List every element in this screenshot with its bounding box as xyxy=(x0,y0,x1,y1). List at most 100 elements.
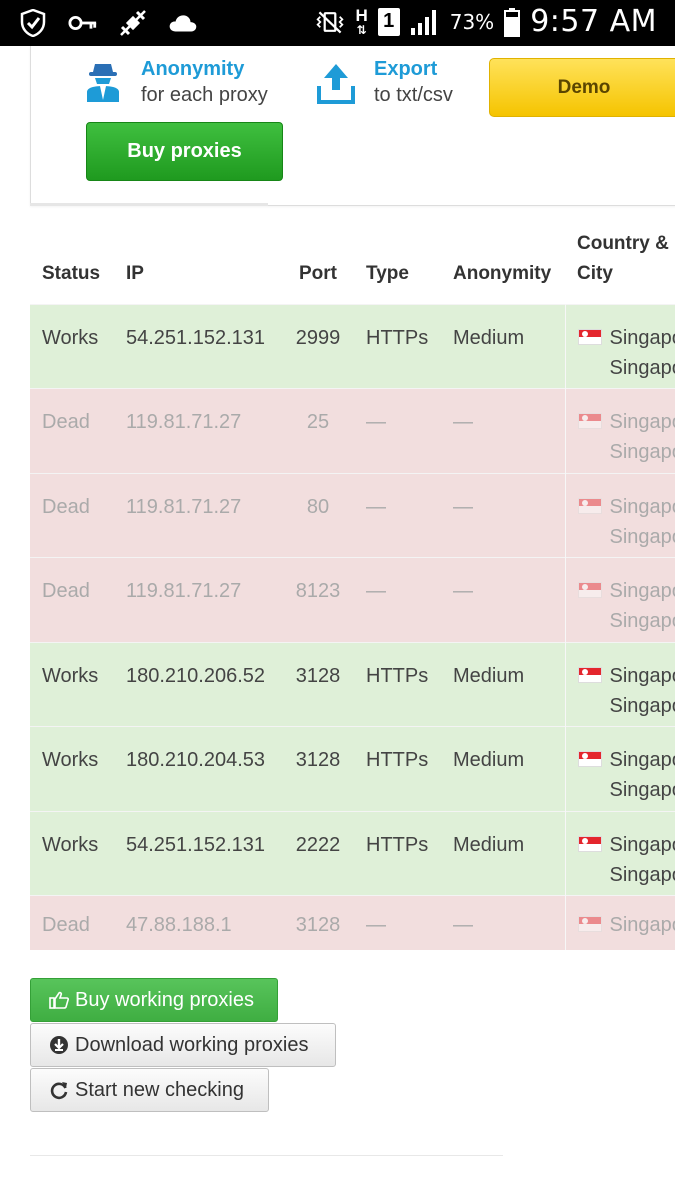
country-name: Singapo xyxy=(609,914,675,936)
header-country-line2: City xyxy=(577,262,613,284)
spy-agent-icon xyxy=(83,60,127,110)
country-name: Singapo xyxy=(609,411,675,433)
cell-ip: 54.251.152.131 xyxy=(114,303,282,389)
cell-type: HTTPs xyxy=(354,641,441,727)
download-working-proxies-button[interactable]: Download working proxies xyxy=(30,1023,336,1067)
cell-anonymity: Medium xyxy=(441,641,566,727)
header-type[interactable]: Type xyxy=(354,220,441,304)
header-country-city[interactable]: Country & City xyxy=(565,220,675,304)
singapore-flag-icon xyxy=(577,666,602,683)
divider xyxy=(30,203,268,206)
table-row: Dead119.81.71.2780——SingapoSingapo xyxy=(30,472,675,558)
start-new-checking-label: Start new checking xyxy=(75,1078,244,1101)
city-name: Singapo xyxy=(609,441,675,463)
cell-country-city: Singapo Singapo xyxy=(565,726,675,811)
battery-icon xyxy=(504,7,521,37)
download-circle-icon xyxy=(49,1035,69,1055)
cell-country-city: Singapo Singapo xyxy=(565,388,675,473)
download-working-proxies-label: Download working proxies xyxy=(75,1033,309,1056)
cell-ip: 119.81.71.27 xyxy=(114,388,282,473)
key-icon xyxy=(68,8,98,38)
singapore-flag-icon xyxy=(577,751,602,767)
cell-anonymity: Medium xyxy=(441,810,566,896)
cell-ip: 47.88.188.1 xyxy=(114,895,282,950)
export-feature: Export to txt/csv xyxy=(316,56,453,110)
cell-status: Dead xyxy=(30,557,114,642)
export-subtitle: to txt/csv xyxy=(374,84,453,106)
country-name: Singapo xyxy=(609,580,675,602)
vibrate-mute-icon xyxy=(315,7,345,37)
header-anonymity[interactable]: Anonymity xyxy=(441,220,565,304)
proxy-results-table: Status IP Port Type Anonymity Country & … xyxy=(30,220,675,950)
buy-proxies-button[interactable]: Buy proxies xyxy=(86,122,283,181)
refresh-icon xyxy=(49,1080,69,1100)
cell-type: — xyxy=(354,472,441,558)
singapore-flag-icon xyxy=(577,582,602,598)
cell-anonymity: — xyxy=(441,388,566,473)
city-name: Singapo xyxy=(609,779,675,801)
cell-status: Dead xyxy=(30,895,114,950)
cell-country-city: Singapo xyxy=(565,895,675,950)
table-row: Works 54.251.152.131 2999 HTTPs Medium Singap… xyxy=(30,303,675,389)
cell-port: 3128 xyxy=(282,895,354,950)
city-name: Singapo xyxy=(609,356,675,379)
buy-working-proxies-button[interactable]: Buy working proxies xyxy=(30,978,278,1022)
table-row: Dead47.88.188.13128——Singapo xyxy=(30,895,675,950)
start-new-checking-button[interactable]: Start new checking xyxy=(30,1068,269,1112)
city-name: Singapo xyxy=(609,610,675,632)
country-name: Singapo xyxy=(609,495,675,518)
header-port[interactable]: Port xyxy=(282,220,354,304)
cell-type: — xyxy=(354,557,441,642)
country-name: Singapo xyxy=(609,833,675,856)
cell-status: Dead xyxy=(30,388,114,473)
table-row: Dead119.81.71.2725——SingapoSingapo xyxy=(30,388,675,473)
cell-port: 2999 xyxy=(282,303,354,389)
cell-port: 25 xyxy=(282,388,354,473)
cell-anonymity: — xyxy=(441,557,566,642)
battery-percent: 73% xyxy=(449,9,495,34)
table-row: Dead119.81.71.278123——SingapoSingapo xyxy=(30,557,675,642)
anonymity-title: Anonymity xyxy=(141,58,245,80)
shield-check-icon xyxy=(18,8,48,38)
sim-1-icon: 1 xyxy=(377,7,400,36)
header-ip[interactable]: IP xyxy=(114,220,282,304)
cell-type: — xyxy=(354,895,441,950)
cell-ip: 54.251.152.131 xyxy=(114,810,282,896)
anonymity-subtitle: for each proxy xyxy=(141,84,268,106)
cell-port: 8123 xyxy=(282,557,354,642)
clock-time: 9:57 AM xyxy=(530,4,657,39)
cell-anonymity: — xyxy=(441,472,566,558)
thumbs-up-icon xyxy=(49,990,69,1010)
cell-ip: 180.210.206.52 xyxy=(114,641,282,727)
footer-divider xyxy=(30,1155,503,1156)
singapore-flag-icon xyxy=(577,413,602,429)
table-row: Works 180.210.206.52 3128 HTTPs Medium Singap… xyxy=(30,641,675,727)
cell-country-city: Singapo Singapo xyxy=(565,641,675,727)
satellite-icon xyxy=(118,8,148,38)
header-status[interactable]: Status xyxy=(30,220,114,304)
city-name: Singapo xyxy=(609,525,675,548)
anonymity-feature: Anonymity for each proxy xyxy=(83,56,268,110)
cell-ip: 119.81.71.27 xyxy=(114,472,282,558)
cell-status: Works xyxy=(30,641,114,727)
singapore-flag-icon xyxy=(577,497,602,514)
buy-working-proxies-label: Buy working proxies xyxy=(75,988,254,1011)
sim-number: 1 xyxy=(383,10,395,32)
cell-port: 80 xyxy=(282,472,354,558)
table-header-row: Status IP Port Type Anonymity Country & … xyxy=(30,220,675,304)
cell-status: Works xyxy=(30,726,114,811)
cell-type: HTTPs xyxy=(354,726,441,811)
export-title: Export xyxy=(374,58,438,80)
city-name: Singapo xyxy=(609,694,675,717)
demo-button[interactable]: Demo xyxy=(489,58,675,117)
cell-ip: 180.210.204.53 xyxy=(114,726,282,811)
network-letter: H xyxy=(355,5,368,25)
cell-anonymity: Medium xyxy=(441,726,566,811)
cell-anonymity: Medium xyxy=(441,303,566,389)
singapore-flag-icon xyxy=(577,835,602,852)
table-row: Works 180.210.204.53 3128 HTTPs Medium Singap… xyxy=(30,726,675,811)
cell-type: HTTPs xyxy=(354,303,441,389)
upload-export-icon xyxy=(316,60,360,110)
country-name: Singapo xyxy=(609,326,675,349)
cell-country-city: Singapo Singapo xyxy=(565,810,675,896)
